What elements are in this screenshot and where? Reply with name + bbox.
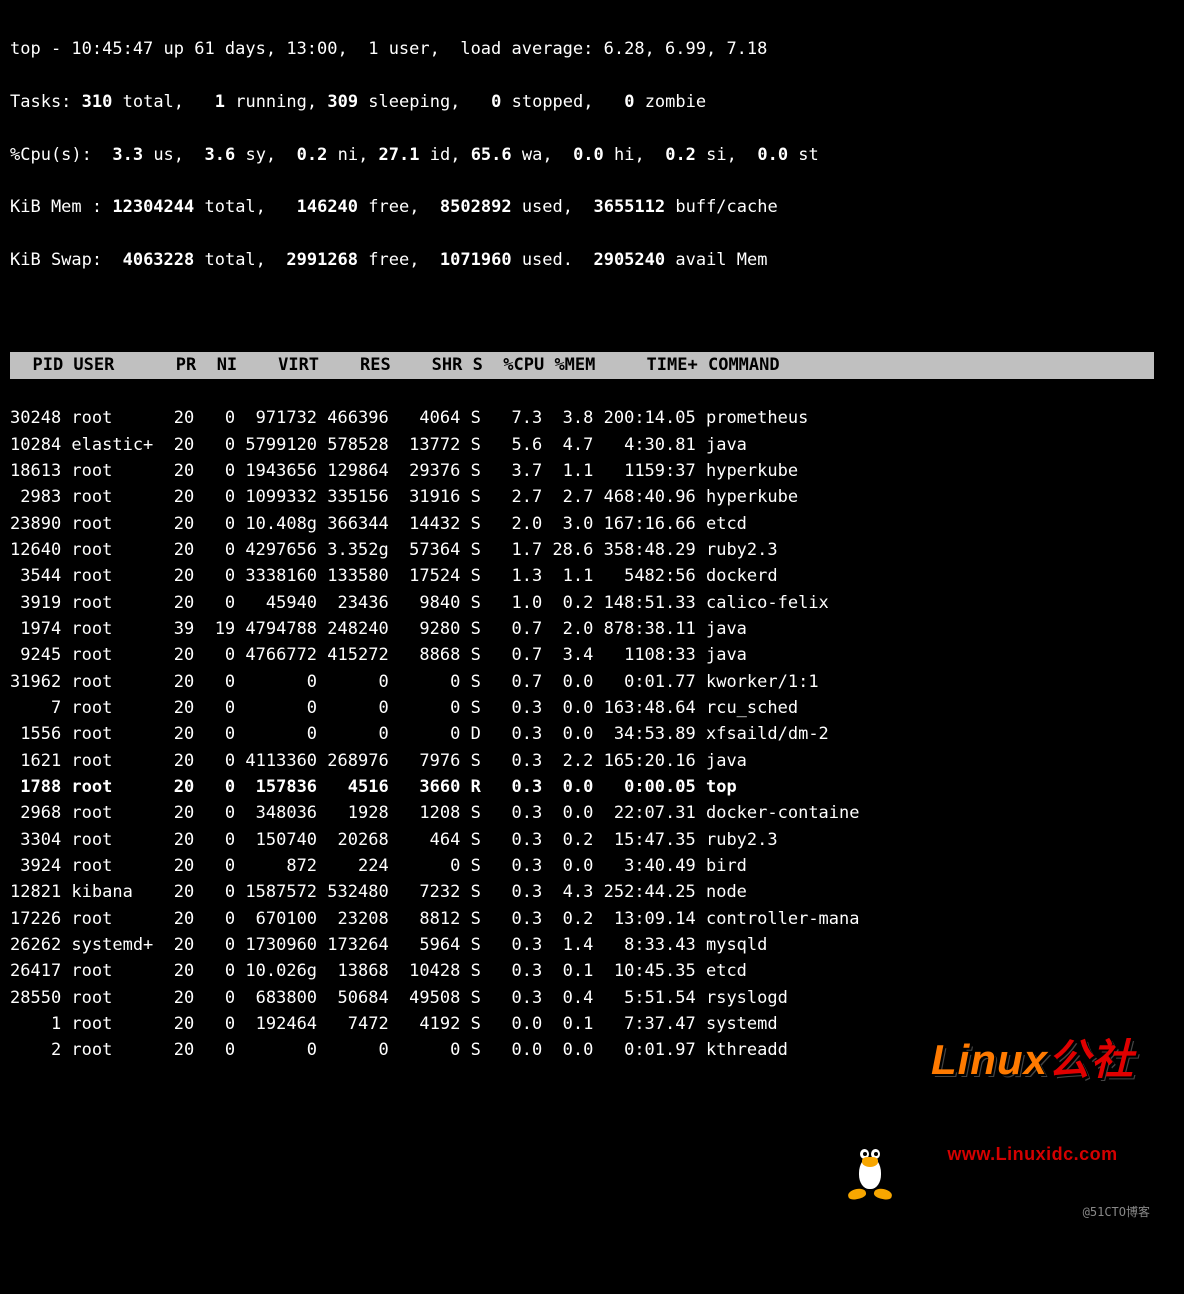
summary-cpu-line: %Cpu(s): 3.3 us, 3.6 sy, 0.2 ni, 27.1 id… <box>10 142 1154 168</box>
process-row[interactable]: 2968 root 20 0 348036 1928 1208 S 0.3 0.… <box>10 800 1154 826</box>
process-row[interactable]: 3304 root 20 0 150740 20268 464 S 0.3 0.… <box>10 827 1154 853</box>
process-row[interactable]: 10284 elastic+ 20 0 5799120 578528 13772… <box>10 432 1154 458</box>
process-row[interactable]: 1974 root 39 19 4794788 248240 9280 S 0.… <box>10 616 1154 642</box>
process-row[interactable]: 1788 root 20 0 157836 4516 3660 R 0.3 0.… <box>10 774 1154 800</box>
process-row[interactable]: 1556 root 20 0 0 0 0 D 0.3 0.0 34:53.89 … <box>10 721 1154 747</box>
linuxidc-logo: Linux公社 www.Linuxidc.com <box>931 975 1134 1196</box>
process-row[interactable]: 9245 root 20 0 4766772 415272 8868 S 0.7… <box>10 642 1154 668</box>
process-row[interactable]: 12821 kibana 20 0 1587572 532480 7232 S … <box>10 879 1154 905</box>
process-row[interactable]: 1621 root 20 0 4113360 268976 7976 S 0.3… <box>10 748 1154 774</box>
summary-swap-line: KiB Swap: 4063228 total, 2991268 free, 1… <box>10 247 1154 273</box>
process-row[interactable]: 3544 root 20 0 3338160 133580 17524 S 1.… <box>10 563 1154 589</box>
summary-mem-line: KiB Mem : 12304244 total, 146240 free, 8… <box>10 194 1154 220</box>
process-row[interactable]: 18613 root 20 0 1943656 129864 29376 S 3… <box>10 458 1154 484</box>
process-row[interactable]: 2983 root 20 0 1099332 335156 31916 S 2.… <box>10 484 1154 510</box>
watermark-51cto: @51CTO博客 <box>1083 1203 1150 1222</box>
process-row[interactable]: 23890 root 20 0 10.408g 366344 14432 S 2… <box>10 511 1154 537</box>
blank-line <box>10 300 1154 326</box>
column-header-row[interactable]: PID USER PR NI VIRT RES SHR S %CPU %MEM … <box>10 352 1154 378</box>
process-row[interactable]: 26262 systemd+ 20 0 1730960 173264 5964 … <box>10 932 1154 958</box>
summary-uptime-line: top - 10:45:47 up 61 days, 13:00, 1 user… <box>10 36 1154 62</box>
process-row[interactable]: 3919 root 20 0 45940 23436 9840 S 1.0 0.… <box>10 590 1154 616</box>
process-row[interactable]: 7 root 20 0 0 0 0 S 0.3 0.0 163:48.64 rc… <box>10 695 1154 721</box>
process-row[interactable]: 12640 root 20 0 4297656 3.352g 57364 S 1… <box>10 537 1154 563</box>
terminal-window[interactable]: top - 10:45:47 up 61 days, 13:00, 1 user… <box>0 0 1164 1225</box>
process-row[interactable]: 17226 root 20 0 670100 23208 8812 S 0.3 … <box>10 906 1154 932</box>
process-row[interactable]: 3924 root 20 0 872 224 0 S 0.3 0.0 3:40.… <box>10 853 1154 879</box>
process-row[interactable]: 31962 root 20 0 0 0 0 S 0.7 0.0 0:01.77 … <box>10 669 1154 695</box>
summary-tasks-line: Tasks: 310 total, 1 running, 309 sleepin… <box>10 89 1154 115</box>
process-row[interactable]: 30248 root 20 0 971732 466396 4064 S 7.3… <box>10 405 1154 431</box>
tux-penguin-icon <box>844 1135 896 1197</box>
process-list[interactable]: 30248 root 20 0 971732 466396 4064 S 7.3… <box>10 405 1154 1064</box>
